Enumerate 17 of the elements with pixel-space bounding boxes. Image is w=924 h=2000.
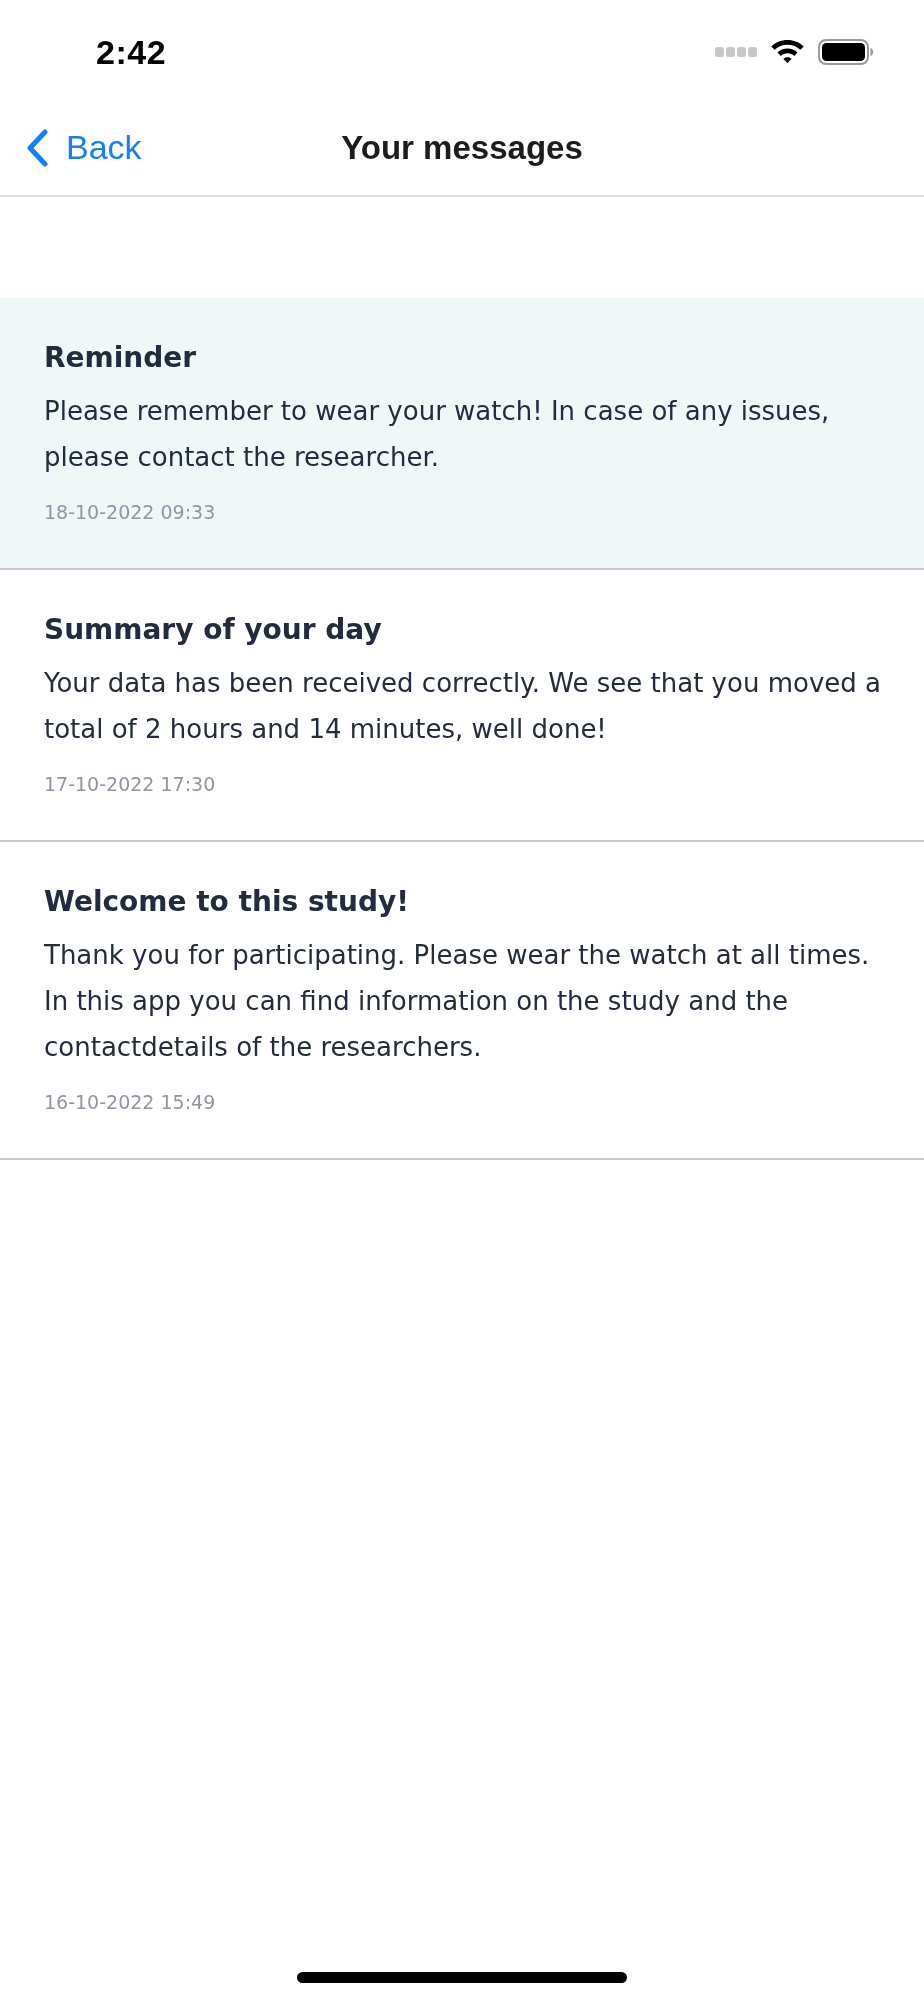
battery-icon [818,39,874,65]
message-date: 18-10-2022 09:33 [44,500,217,525]
message-date: 16-10-2022 15:49 [44,1090,217,1115]
status-time: 2:42 [96,32,167,72]
chevron-left-icon [26,128,48,167]
screen-title: Your messages [341,128,583,167]
message-item[interactable]: Reminder Please remember to wear your watch! In case of any issues, please contact the researcher. 18-10-2022 09:33 [0,298,924,570]
back-button[interactable]: Back [26,128,142,167]
message-body: Thank you for participating. Please wear the watch at all times. In this app you can find information on the study and the contactdetails of the researchers. [44,939,871,1064]
signal-dots-icon [715,47,757,57]
message-body: Please remember to wear your watch! In case of any issues, please contact the researcher. [44,395,831,474]
message-body: Your data has been received correctly. We see that you moved a total of 2 hours and 14 minutes, well done! [44,667,882,746]
message-title: Welcome to this study! [44,884,410,920]
message-title: Reminder [44,340,198,376]
wifi-icon [771,39,804,65]
message-date: 17-10-2022 17:30 [44,772,217,797]
message-title: Summary of your day [44,612,383,648]
